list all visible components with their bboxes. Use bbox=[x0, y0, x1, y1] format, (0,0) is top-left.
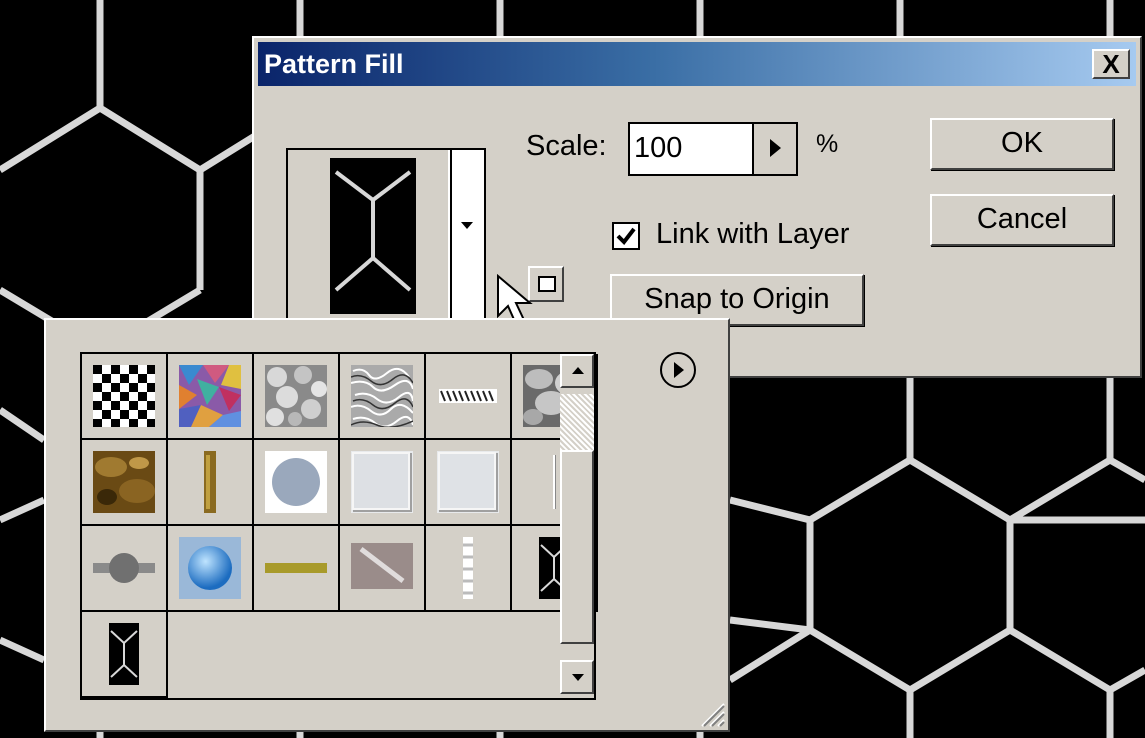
swatch-blue-sphere bbox=[179, 537, 241, 599]
swatch-light-gray-tile-2 bbox=[437, 451, 499, 513]
pattern-swatch[interactable] bbox=[82, 526, 168, 612]
scroll-thumb[interactable] bbox=[560, 394, 594, 450]
ok-button[interactable]: OK bbox=[930, 118, 1114, 170]
swatch-colorful-mosaic bbox=[179, 365, 241, 427]
swatch-bubbles-gray bbox=[265, 365, 327, 427]
pattern-swatch[interactable] bbox=[82, 354, 168, 440]
scale-label: Scale: bbox=[526, 130, 607, 162]
link-with-layer-checkbox[interactable] bbox=[612, 222, 640, 250]
pattern-swatch[interactable] bbox=[340, 440, 426, 526]
new-preset-icon bbox=[538, 276, 556, 292]
pattern-swatch[interactable] bbox=[254, 354, 340, 440]
pattern-swatch[interactable] bbox=[82, 612, 168, 698]
dialog-title: Pattern Fill bbox=[264, 49, 404, 79]
swatch-gold-bar bbox=[179, 451, 241, 513]
pattern-dropdown-button[interactable] bbox=[450, 150, 484, 318]
resize-grip-icon[interactable] bbox=[698, 700, 726, 728]
swatch-scrollbar[interactable] bbox=[560, 354, 594, 698]
pattern-preview[interactable] bbox=[286, 148, 486, 320]
pattern-swatch[interactable] bbox=[254, 526, 340, 612]
swatch-dashed-strip bbox=[437, 537, 499, 599]
pattern-swatch[interactable] bbox=[168, 440, 254, 526]
pattern-swatch[interactable] bbox=[340, 526, 426, 612]
percent-label: % bbox=[816, 130, 839, 158]
arrow-right-icon bbox=[770, 139, 781, 157]
scroll-up-button[interactable] bbox=[560, 354, 594, 388]
close-icon: X bbox=[1102, 49, 1120, 79]
arrow-up-icon bbox=[572, 367, 584, 374]
cancel-label: Cancel bbox=[976, 203, 1068, 235]
scale-slider-button[interactable] bbox=[752, 124, 796, 174]
pattern-picker-popup bbox=[44, 318, 730, 732]
scale-input[interactable]: 100 bbox=[634, 132, 682, 165]
pattern-preview-swatch bbox=[288, 150, 448, 318]
pattern-swatch[interactable] bbox=[168, 354, 254, 440]
scroll-down-button[interactable] bbox=[560, 660, 594, 694]
cancel-button[interactable]: Cancel bbox=[930, 194, 1114, 246]
swatch-gold-line bbox=[265, 537, 327, 599]
swatch-light-gray-tile bbox=[351, 451, 413, 513]
swatch-gray-circle bbox=[265, 451, 327, 513]
scale-field[interactable]: 100 bbox=[628, 122, 798, 176]
link-with-layer-label[interactable]: Link with Layer bbox=[656, 218, 849, 251]
scroll-thumb-body[interactable] bbox=[560, 450, 594, 644]
pattern-swatch[interactable] bbox=[340, 354, 426, 440]
swatch-knob-bar bbox=[93, 537, 155, 599]
pattern-swatch[interactable] bbox=[426, 526, 512, 612]
pattern-swatch[interactable] bbox=[426, 354, 512, 440]
picker-menu-button[interactable] bbox=[660, 352, 696, 388]
swatch-wrinkle-strip bbox=[437, 365, 499, 427]
pattern-swatch[interactable] bbox=[82, 440, 168, 526]
flyout-menu-icon bbox=[674, 362, 684, 378]
snap-to-origin-label: Snap to Origin bbox=[644, 283, 830, 315]
pattern-swatch[interactable] bbox=[254, 440, 340, 526]
checkmark-icon bbox=[616, 227, 636, 246]
pattern-swatch[interactable] bbox=[168, 526, 254, 612]
pattern-swatch-grid bbox=[80, 352, 598, 700]
arrow-down-icon bbox=[572, 674, 584, 681]
swatch-brown-stone bbox=[93, 451, 155, 513]
swatch-diagonal-stripe bbox=[351, 543, 413, 589]
close-button[interactable]: X bbox=[1092, 49, 1130, 79]
swatch-hex-pattern-2 bbox=[93, 623, 155, 685]
swatch-noise-gray bbox=[351, 365, 413, 427]
swatch-checkerboard bbox=[93, 365, 155, 427]
title-bar[interactable]: Pattern Fill X bbox=[258, 42, 1136, 86]
chevron-down-icon bbox=[461, 222, 473, 229]
pattern-swatch[interactable] bbox=[426, 440, 512, 526]
ok-label: OK bbox=[1001, 127, 1043, 159]
